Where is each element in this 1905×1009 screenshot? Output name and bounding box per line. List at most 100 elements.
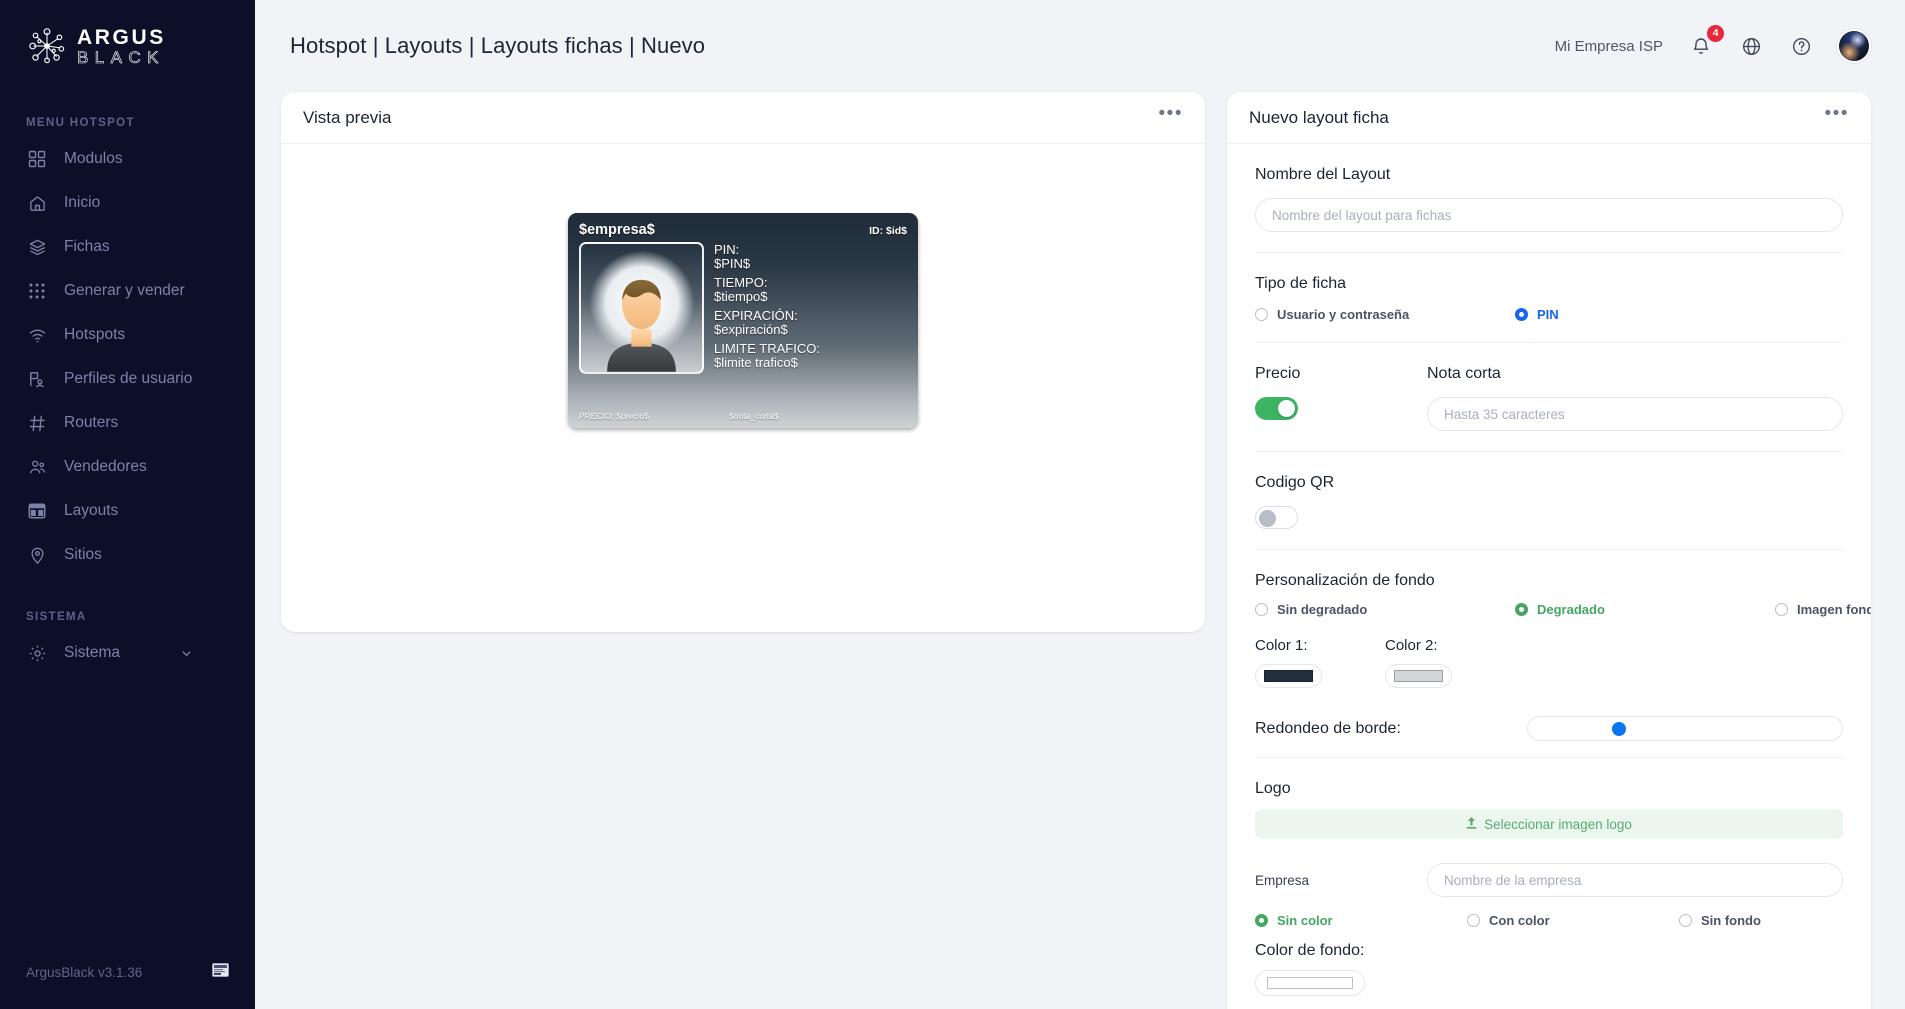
- app-logo[interactable]: ARGUS BLACK: [0, 0, 255, 64]
- sidebar-item-generar-y-vender[interactable]: Generar y vender: [0, 269, 255, 313]
- codigo-qr-field-block: Codigo QR: [1255, 452, 1843, 550]
- codigo-qr-toggle[interactable]: [1255, 506, 1298, 529]
- radio-circle-icon: [1255, 308, 1268, 321]
- nota-corta-group: Nota corta: [1427, 365, 1843, 431]
- ficha-photo-placeholder: [579, 242, 704, 374]
- logo-text-primary: ARGUS: [77, 27, 166, 48]
- sidebar-item-modulos[interactable]: Modulos: [0, 137, 255, 181]
- ficha-field: LIMITE TRAFICO: $limite trafico$: [714, 342, 907, 370]
- radio-circle-selected-icon: [1515, 308, 1528, 321]
- topbar-actions: Mi Empresa ISP 4: [1555, 29, 1871, 63]
- layout-name-input[interactable]: [1255, 198, 1843, 232]
- form-panel-body: Nombre del Layout Tipo de ficha Usuario …: [1227, 144, 1871, 1009]
- empresa-input[interactable]: [1427, 863, 1843, 897]
- nota-corta-input[interactable]: [1427, 397, 1843, 431]
- sidebar-item-label: Fichas: [64, 238, 110, 256]
- fondo-label: Personalización de fondo: [1255, 572, 1843, 590]
- sidebar-item-label: Modulos: [64, 150, 123, 168]
- gear-icon: [26, 642, 48, 664]
- user-avatar[interactable]: [1837, 29, 1871, 63]
- color-de-fondo-swatch: [1267, 977, 1353, 989]
- sidebar-item-label: Layouts: [64, 502, 118, 520]
- sidebar-item-vendedores[interactable]: Vendedores: [0, 445, 255, 489]
- ficha-empresa-placeholder: $empresa$: [579, 222, 655, 238]
- empresa-field-block: Empresa: [1255, 849, 1843, 911]
- ficha-field: PIN: $PIN$: [714, 243, 907, 271]
- ficha-fields: PIN: $PIN$ TIEMPO: $tiempo$ EXPIRACIÓN: …: [714, 242, 907, 375]
- logo-color-field-block: Sin color Con color Sin fondo: [1255, 911, 1843, 942]
- radio-sin-color[interactable]: Sin color: [1255, 913, 1467, 928]
- ficha-field-key: EXPIRACIÓN:: [714, 309, 907, 323]
- radio-con-color[interactable]: Con color: [1467, 913, 1679, 928]
- ticket-card-icon[interactable]: [212, 963, 229, 982]
- color-de-fondo-label: Color de fondo:: [1255, 942, 1843, 960]
- sidebar-item-hotspots[interactable]: Hotspots: [0, 313, 255, 357]
- preview-panel-menu-button[interactable]: •••: [1159, 109, 1183, 127]
- radio-imagen-fondo[interactable]: Imagen fondo: [1775, 602, 1871, 617]
- main-area: Hotspot | Layouts | Layouts fichas | Nue…: [255, 0, 1905, 1009]
- notifications-button[interactable]: 4: [1687, 32, 1715, 60]
- logo-text-secondary: BLACK: [77, 49, 166, 66]
- precio-nota-field-block: Precio Nota corta: [1255, 343, 1843, 452]
- color2-label: Color 2:: [1385, 637, 1843, 654]
- radio-pin[interactable]: PIN: [1515, 307, 1775, 322]
- preview-panel-header: Vista previa •••: [281, 92, 1205, 144]
- sidebar-item-sitios[interactable]: Sitios: [0, 533, 255, 577]
- upload-icon: [1466, 817, 1477, 832]
- sidebar-item-label: Vendedores: [64, 458, 147, 476]
- ficha-nota-placeholder: $nota_corta$: [729, 411, 779, 421]
- ficha-field-key: LIMITE TRAFICO:: [714, 342, 907, 356]
- sidebar-item-routers[interactable]: Routers: [0, 401, 255, 445]
- select-logo-image-button[interactable]: Seleccionar imagen logo: [1255, 809, 1843, 839]
- sidebar-item-label: Sistema: [64, 644, 120, 662]
- ficha-field: EXPIRACIÓN: $expiración$: [714, 309, 907, 337]
- codigo-qr-label: Codigo QR: [1255, 474, 1843, 492]
- sidebar-item-sistema[interactable]: Sistema: [0, 631, 255, 675]
- empresa-label: Empresa: [1255, 873, 1427, 888]
- form-panel-header: Nuevo layout ficha •••: [1227, 92, 1871, 144]
- ficha-field: TIEMPO: $tiempo$: [714, 276, 907, 304]
- precio-toggle[interactable]: [1255, 397, 1298, 420]
- radio-usuario-y-contrasena[interactable]: Usuario y contraseña: [1255, 307, 1515, 322]
- sidebar-section-sistema: SISTEMA: [0, 611, 255, 623]
- radio-degradado[interactable]: Degradado: [1515, 602, 1775, 617]
- ficha-type-field-block: Tipo de ficha Usuario y contraseña PIN: [1255, 253, 1843, 343]
- radio-label: PIN: [1537, 307, 1559, 322]
- color1-swatch-button[interactable]: [1255, 664, 1322, 688]
- ficha-field-value: $tiempo$: [714, 290, 907, 304]
- ficha-type-label: Tipo de ficha: [1255, 275, 1843, 293]
- sidebar-item-layouts[interactable]: Layouts: [0, 489, 255, 533]
- redondeo-slider-thumb[interactable]: [1612, 722, 1626, 736]
- radio-sin-fondo[interactable]: Sin fondo: [1679, 913, 1871, 928]
- ficha-preview-card: $empresa$ ID: $id$: [568, 213, 918, 428]
- help-button[interactable]: [1787, 32, 1815, 60]
- radio-sin-degradado[interactable]: Sin degradado: [1255, 602, 1515, 617]
- color-de-fondo-swatch-button[interactable]: [1255, 970, 1365, 996]
- redondeo-slider[interactable]: [1527, 716, 1843, 741]
- radio-circle-selected-icon: [1515, 603, 1528, 616]
- radio-circle-icon: [1679, 914, 1692, 927]
- preview-panel-title: Vista previa: [303, 108, 392, 128]
- color2-swatch-button[interactable]: [1385, 664, 1452, 688]
- form-panel-menu-button[interactable]: •••: [1825, 109, 1849, 127]
- home-icon: [26, 192, 48, 214]
- precio-label: Precio: [1255, 365, 1427, 383]
- language-globe-button[interactable]: [1737, 32, 1765, 60]
- sidebar-item-inicio[interactable]: Inicio: [0, 181, 255, 225]
- color2-swatch: [1394, 670, 1443, 682]
- radio-label: Sin color: [1277, 913, 1333, 928]
- redondeo-label: Redondeo de borde:: [1255, 720, 1505, 738]
- select-logo-image-label: Seleccionar imagen logo: [1484, 817, 1632, 832]
- sidebar-item-perfiles-de-usuario[interactable]: Perfiles de usuario: [0, 357, 255, 401]
- ficha-field-key: TIEMPO:: [714, 276, 907, 290]
- sidebar-item-fichas[interactable]: Fichas: [0, 225, 255, 269]
- sidebar-footer: ArgusBlack v3.1.36: [0, 935, 255, 1009]
- chevron-down-icon[interactable]: [180, 647, 193, 660]
- radio-circle-icon: [1467, 914, 1480, 927]
- precio-group: Precio: [1255, 365, 1427, 431]
- preview-panel: Vista previa ••• $empresa$ ID: $id$: [281, 92, 1205, 632]
- radio-circle-icon: [1255, 603, 1268, 616]
- layout-icon: [26, 500, 48, 522]
- radio-label: Sin degradado: [1277, 602, 1367, 617]
- notification-badge: 4: [1707, 25, 1724, 42]
